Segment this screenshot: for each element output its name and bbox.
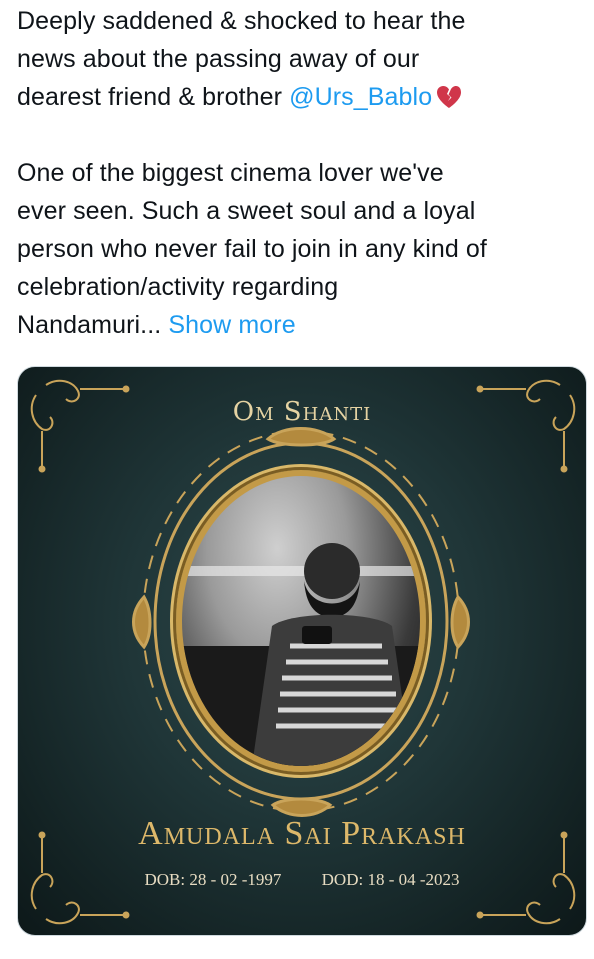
tweet-line: dearest friend & brother @Urs_Bablo xyxy=(17,78,577,116)
tweet-line: Nandamuri... Show more xyxy=(17,306,577,344)
memorial-dates: DOB: 28 - 02 -1997 DOD: 18 - 04 -2023 xyxy=(18,870,586,890)
tweet-line-text: Nandamuri... xyxy=(17,311,169,339)
tweet-line-text: dearest friend & brother xyxy=(17,83,290,111)
tweet-line: news about the passing away of our xyxy=(17,45,420,73)
deceased-name: Amudala Sai Prakash xyxy=(138,815,466,852)
tweet-line: celebration/activity regarding xyxy=(17,273,339,301)
tweet-text: Deeply saddened & shocked to hear the ne… xyxy=(17,2,577,344)
tweet-line: ever seen. Such a sweet soul and a loyal xyxy=(17,197,476,225)
broken-heart-icon xyxy=(436,82,462,108)
tweet-media-image[interactable]: Om Shanti Amudala Sai Prakash DOB: 28 - … xyxy=(17,366,587,936)
show-more-link[interactable]: Show more xyxy=(168,311,295,339)
om-shanti-heading: Om Shanti xyxy=(232,397,372,427)
tweet-line: Deeply saddened & shocked to hear the xyxy=(17,7,466,35)
tweet-line: One of the biggest cinema lover we've xyxy=(17,159,444,187)
date-of-death: DOD: 18 - 04 -2023 xyxy=(321,870,460,889)
tweet-line: person who never fail to join in any kin… xyxy=(17,235,487,263)
date-of-birth: DOB: 28 - 02 -1997 xyxy=(144,870,282,889)
mention-link[interactable]: @Urs_Bablo xyxy=(289,83,432,111)
memorial-photo xyxy=(176,470,426,772)
